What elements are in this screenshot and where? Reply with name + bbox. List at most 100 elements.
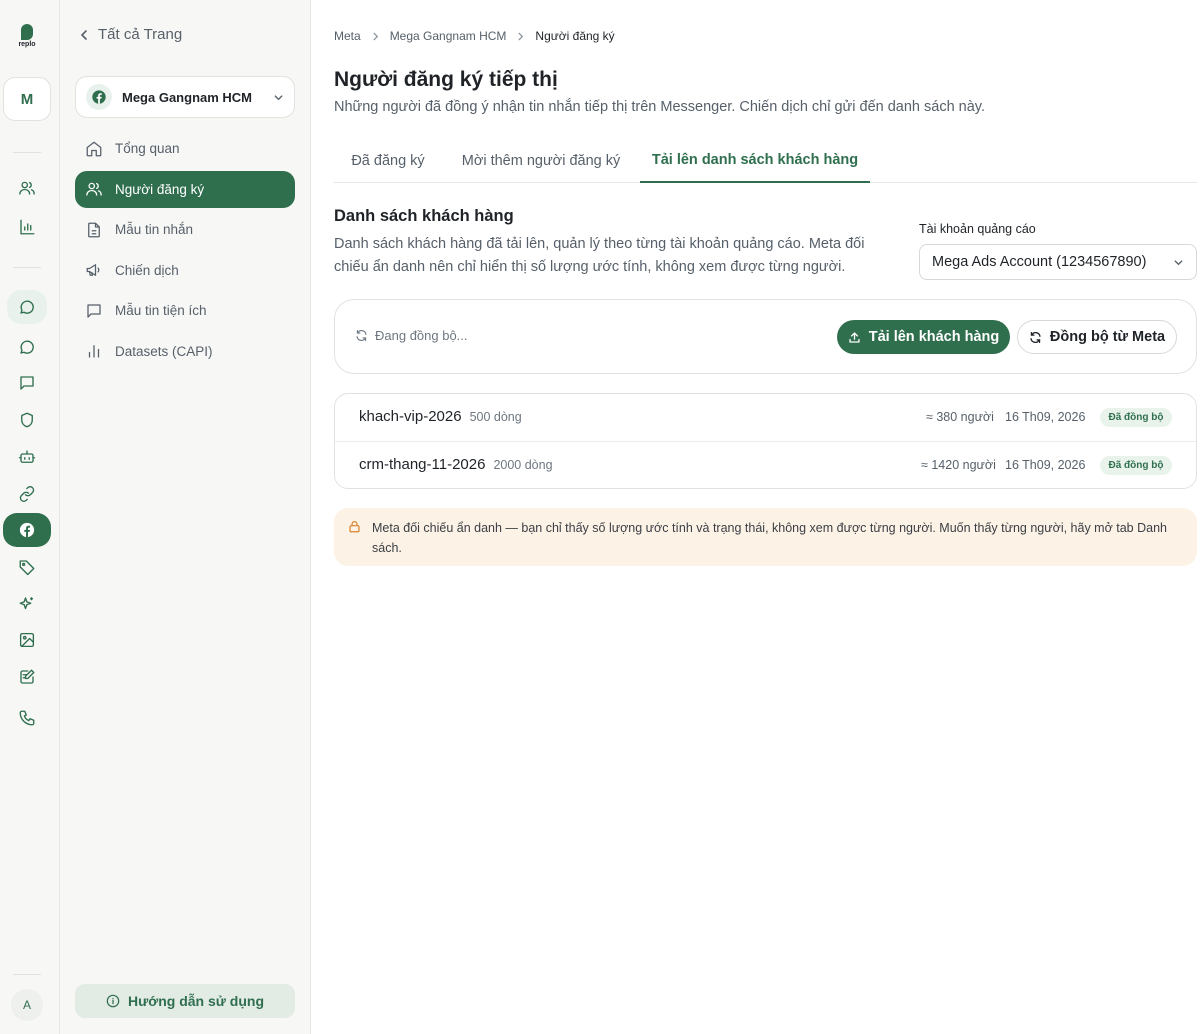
sidebar-item-campaigns[interactable]: Chiến dịch: [75, 252, 295, 289]
chevron-right-icon: [518, 32, 524, 40]
section-title: Danh sách khách hàng: [334, 207, 514, 225]
list-row-count: 500 dòng: [469, 410, 522, 424]
ad-account-select[interactable]: Mega Ads Account (1234567890): [919, 244, 1197, 280]
sidebar-item-label: Người đăng ký: [115, 181, 205, 197]
refresh-icon: [1030, 331, 1041, 343]
sidebar-item-overview[interactable]: Tổng quan: [75, 130, 295, 167]
list-name-text: khach-vip-2026: [359, 408, 462, 425]
sync-status-text: Đang đồng bộ...: [375, 328, 468, 343]
rail-facebook-icon[interactable]: [3, 513, 51, 547]
megaphone-icon: [86, 264, 100, 276]
breadcrumb-item[interactable]: Mega Gangnam HCM: [390, 29, 507, 43]
rail-divider: [13, 974, 41, 975]
ad-account-value: Mega Ads Account (1234567890): [932, 254, 1147, 270]
sync-status: Đang đồng bộ...: [355, 328, 468, 343]
tab-upload-customer-list[interactable]: Tải lên danh sách khách hàng: [640, 139, 870, 183]
logo-mark-icon: [21, 24, 33, 40]
rail-sparkles-icon[interactable]: [7, 587, 47, 621]
list-people-count: ≈ 380 người: [926, 410, 994, 424]
back-label: Tất cả Trang: [98, 26, 183, 43]
breadcrumb-item[interactable]: Meta: [334, 29, 361, 43]
sidebar-item-datasets[interactable]: Datasets (CAPI): [75, 333, 295, 370]
refresh-icon: [356, 330, 367, 341]
list-name-text: crm-thang-11-2026: [359, 456, 486, 473]
breadcrumb-current: Người đăng ký: [535, 29, 615, 43]
rail-bar-chart-icon[interactable]: [7, 210, 47, 244]
sync-from-meta-button[interactable]: Đồng bộ từ Meta: [1017, 320, 1177, 354]
info-icon: [106, 994, 120, 1008]
rail-tag-icon[interactable]: [7, 550, 47, 584]
facebook-icon: [92, 90, 106, 104]
app-logo[interactable]: replo: [14, 24, 40, 48]
rail-divider: [13, 267, 41, 268]
page-title: Người đăng ký tiếp thị: [334, 68, 558, 91]
rail-link-icon[interactable]: [7, 477, 47, 511]
users-icon: [86, 182, 102, 196]
rail-message-square-icon[interactable]: [7, 366, 47, 400]
tab-bar: Đã đăng ký Mời thêm người đăng ký Tải lê…: [334, 139, 1197, 183]
page-subtitle: Những người đã đồng ý nhận tin nhắn tiếp…: [334, 99, 985, 115]
workspace-switcher[interactable]: M: [3, 77, 51, 121]
breadcrumb: Meta Mega Gangnam HCM Người đăng ký: [334, 29, 615, 43]
upload-icon: [849, 331, 860, 343]
chevron-right-icon: [373, 32, 378, 40]
message-square-icon: [87, 303, 101, 318]
status-badge: Đã đồng bộ: [1100, 456, 1172, 475]
sidebar-item-label: Chiến dịch: [115, 262, 179, 278]
sidebar-nav: Tổng quan Người đăng ký Mẫu tin nhắn Chi…: [75, 130, 295, 373]
rail-phone-icon[interactable]: [7, 701, 47, 735]
chevron-left-icon: [80, 29, 87, 40]
back-to-all-pages[interactable]: Tất cả Trang: [78, 26, 182, 43]
tab-subscribed[interactable]: Đã đăng ký: [334, 139, 442, 183]
rail-edit-note-icon[interactable]: [7, 660, 47, 694]
rail-bot-icon[interactable]: [7, 440, 47, 474]
list-item[interactable]: crm-thang-11-2026 2000 dòng ≈ 1420 người …: [335, 441, 1196, 488]
rail-divider: [13, 152, 41, 153]
rail-shield-icon[interactable]: [7, 403, 47, 437]
lock-icon: [349, 521, 360, 533]
bar-chart-icon: [88, 345, 100, 358]
logo-text: replo: [18, 41, 36, 48]
list-people-count: ≈ 1420 người: [921, 458, 996, 472]
ad-account-label: Tài khoản quảng cáo: [919, 222, 1036, 236]
user-avatar[interactable]: A: [11, 989, 43, 1021]
list-name: khach-vip-2026 500 dòng: [359, 408, 522, 425]
rail-message-circle-icon[interactable]: [7, 290, 47, 324]
upload-customers-button[interactable]: Tải lên khách hàng: [837, 320, 1010, 354]
tab-invite-subscribers[interactable]: Mời thêm người đăng ký: [447, 139, 635, 183]
icon-rail: replo M A: [0, 0, 60, 1034]
status-badge: Đã đồng bộ: [1100, 408, 1172, 427]
list-name: crm-thang-11-2026 2000 dòng: [359, 456, 553, 473]
rail-chat-bubble-icon[interactable]: [7, 330, 47, 364]
sidebar-item-label: Tổng quan: [115, 141, 180, 156]
page-selector[interactable]: Mega Gangnam HCM: [75, 76, 295, 118]
privacy-notice: Meta đối chiếu ẩn danh — bạn chỉ thấy số…: [334, 508, 1197, 566]
sidebar-item-subscribers[interactable]: Người đăng ký: [75, 170, 295, 208]
rail-users-icon[interactable]: [7, 171, 47, 205]
privacy-notice-text: Meta đối chiếu ẩn danh — bạn chỉ thấy số…: [372, 521, 1167, 555]
rail-image-icon[interactable]: [7, 623, 47, 657]
section-description: Danh sách khách hàng đã tải lên, quản lý…: [334, 236, 865, 275]
sidebar-item-message-templates[interactable]: Mẫu tin nhắn: [75, 211, 295, 248]
chevron-down-icon: [1174, 259, 1183, 265]
help-guide-button[interactable]: Hướng dẫn sử dụng: [75, 984, 295, 1018]
list-date: 16 Th09, 2026: [1005, 458, 1086, 472]
sidebar-item-label: Datasets (CAPI): [115, 343, 213, 359]
help-guide-label: Hướng dẫn sử dụng: [128, 993, 264, 1009]
sidebar-item-utility-templates[interactable]: Mẫu tin tiện ích: [75, 292, 295, 329]
list-date: 16 Th09, 2026: [1005, 410, 1086, 424]
chevron-down-icon: [274, 94, 283, 100]
home-icon: [86, 141, 102, 156]
page-avatar: [86, 84, 112, 110]
list-item[interactable]: khach-vip-2026 500 dòng ≈ 380 người 16 Th…: [335, 394, 1196, 441]
page-name: Mega Gangnam HCM: [122, 89, 253, 105]
list-row-count: 2000 dòng: [493, 458, 553, 472]
sidebar-item-label: Mẫu tin nhắn: [115, 222, 194, 237]
upload-customers-label: Tải lên khách hàng: [868, 329, 1000, 345]
sidebar-item-label: Mẫu tin tiện ích: [115, 303, 207, 318]
list-toolbar: Đang đồng bộ... Tải lên khách hàng Đồng …: [334, 299, 1197, 374]
file-text-icon: [88, 222, 100, 237]
customer-list: khach-vip-2026 500 dòng ≈ 380 người 16 Th…: [334, 393, 1197, 489]
sidebar: Tất cả Trang Mega Gangnam HCM Tổng quan …: [60, 0, 311, 1034]
sync-from-meta-label: Đồng bộ từ Meta: [1049, 329, 1166, 345]
